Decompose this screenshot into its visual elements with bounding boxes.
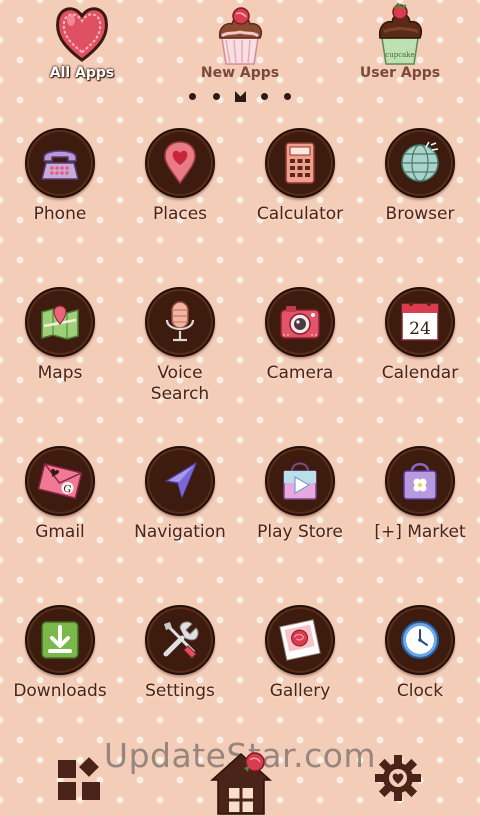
app-label: Downloads [13, 681, 107, 701]
app-drawer-tabs: All Apps New Apps cupcake User Apps [0, 0, 480, 88]
tab-label: All Apps [49, 65, 115, 81]
app-label: Play Store [257, 522, 343, 542]
app-label: Settings [145, 681, 215, 701]
app-market[interactable]: [+] Market [360, 446, 480, 576]
page-dot [261, 93, 268, 100]
app-icon-badge [265, 605, 335, 675]
app-icon-badge [145, 128, 215, 198]
navigation-arrow-icon [165, 462, 197, 498]
app-gallery[interactable]: Gallery [240, 605, 360, 735]
tab-all-apps[interactable]: All Apps [22, 0, 142, 88]
home-page-icon [235, 91, 246, 102]
app-label: Gallery [269, 681, 331, 701]
widgets-icon[interactable] [56, 756, 102, 802]
app-maps[interactable]: Maps [0, 287, 120, 417]
app-places[interactable]: Places [120, 128, 240, 258]
app-phone[interactable]: Phone [0, 128, 120, 258]
app-settings[interactable]: Settings [120, 605, 240, 735]
app-icon-badge [25, 287, 95, 357]
app-icon-badge [145, 446, 215, 516]
app-label: Places [152, 204, 208, 224]
shopping-bag-icon [403, 463, 437, 500]
house-rose-icon[interactable] [208, 748, 274, 816]
app-icon-badge: 24 [385, 287, 455, 357]
app-label: Calendar [381, 363, 459, 383]
app-navigation[interactable]: Navigation [120, 446, 240, 576]
cupcake-pink-icon [218, 7, 262, 65]
svg-text:cupcake: cupcake [385, 51, 414, 59]
calculator-icon [285, 142, 315, 184]
shopping-bag-play-icon [283, 462, 317, 500]
map-icon [41, 305, 79, 340]
tab-user-apps[interactable]: cupcake User Apps [340, 0, 460, 88]
app-voice-search[interactable]: Voice Search [120, 287, 240, 417]
download-icon [41, 621, 79, 659]
calendar-day: 24 [409, 319, 431, 339]
app-play-store[interactable]: Play Store [240, 446, 360, 576]
microphone-icon [165, 301, 195, 342]
app-label: Gmail [35, 522, 85, 542]
app-label: Browser [385, 204, 455, 224]
app-icon-badge [25, 128, 95, 198]
app-icon-badge [25, 605, 95, 675]
app-label: Voice Search [150, 363, 210, 404]
app-label: Navigation [134, 522, 226, 542]
gear-heart-icon[interactable] [374, 754, 422, 802]
calendar-icon: 24 [401, 302, 439, 341]
app-icon-badge [385, 605, 455, 675]
page-dot [213, 93, 220, 100]
app-label: Maps [37, 363, 83, 383]
envelope-icon: G [38, 462, 82, 500]
app-clock[interactable]: Clock [360, 605, 480, 735]
app-icon-badge [265, 287, 335, 357]
app-icon-badge [145, 287, 215, 357]
heart-icon [56, 7, 108, 62]
app-icon-badge [265, 446, 335, 516]
dock [0, 738, 480, 816]
globe-icon [401, 141, 439, 182]
app-label: Phone [33, 204, 87, 224]
tab-label: User Apps [359, 65, 441, 81]
app-icon-badge: G [25, 446, 95, 516]
app-browser[interactable]: Browser [360, 128, 480, 258]
app-label: Calculator [256, 204, 344, 224]
app-label: [+] Market [374, 522, 466, 542]
page-indicator [180, 90, 300, 104]
tools-icon [163, 621, 199, 659]
app-label: Clock [396, 681, 444, 701]
app-icon-badge [385, 128, 455, 198]
telephone-icon [41, 150, 79, 180]
app-downloads[interactable]: Downloads [0, 605, 120, 735]
app-label: Camera [266, 363, 334, 383]
app-icon-badge [265, 128, 335, 198]
cupcake-chocolate-icon: cupcake [378, 2, 422, 65]
camera-icon [280, 306, 320, 339]
app-camera[interactable]: Camera [240, 287, 360, 417]
app-gmail[interactable]: G Gmail [0, 446, 120, 576]
app-icon-badge [145, 605, 215, 675]
clock-icon [401, 621, 439, 659]
app-icon-badge [385, 446, 455, 516]
app-calendar[interactable]: 24 Calendar [360, 287, 480, 417]
page-dot [189, 93, 196, 100]
app-calculator[interactable]: Calculator [240, 128, 360, 258]
map-pin-heart-icon [164, 141, 196, 185]
tab-label: New Apps [200, 65, 280, 81]
page-dot [284, 93, 291, 100]
tab-new-apps[interactable]: New Apps [180, 0, 300, 88]
photo-rose-icon [279, 619, 321, 661]
